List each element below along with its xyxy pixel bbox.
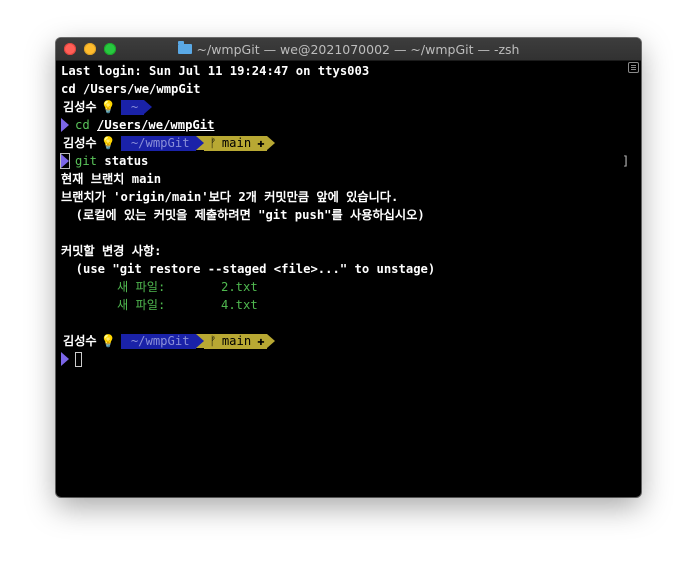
prompt-caret-icon [61,352,69,366]
prompt-caret-icon [60,153,70,169]
prompt-git-segment: ᚠ main ✚ [203,333,267,349]
window-title: ~/wmpGit — we@2021070002 — ~/wmpGit — -z… [56,38,641,60]
segment-arrow-icon [144,100,153,114]
output-line: 브랜치가 'origin/main'보다 2개 커밋만큼 앞에 있습니다. [61,190,399,204]
prompt-user: 김성수 [63,334,97,348]
git-branch-icon: ᚠ [209,136,217,150]
new-file-label: 새 파일: [117,298,166,312]
segment-arrow-icon [195,136,204,150]
prompt-user: 김성수 [63,136,97,150]
terminal-output[interactable]: Last login: Sun Jul 11 19:24:47 on ttys0… [60,62,629,368]
dirty-status-icon: ✚ [257,136,265,150]
command-name: cd [75,118,90,132]
text-cursor[interactable] [75,351,82,367]
terminal-window: ~/wmpGit — we@2021070002 — ~/wmpGit — -z… [56,38,641,497]
prompt-dir-segment: ~ [120,99,145,115]
output-line: 현재 브랜치 main [61,172,162,186]
branch-name: main [221,334,252,348]
output-line: (로컬에 있는 커밋을 제출하려면 "git push"를 사용하십시오) [61,208,425,222]
command-arg: /Users/we/wmpGit [97,118,215,132]
title-bar[interactable]: ~/wmpGit — we@2021070002 — ~/wmpGit — -z… [56,38,641,61]
new-file-name: 2.txt [221,280,258,294]
segment-arrow-icon [195,334,204,348]
lightbulb-icon: 💡 [100,100,116,114]
window-title-text: ~/wmpGit — we@2021070002 — ~/wmpGit — -z… [196,41,520,57]
command-line: cd /Users/we/wmpGit [61,116,621,134]
prompt-caret-icon [61,118,69,132]
input-line[interactable] [61,350,621,368]
folder-icon [177,41,192,54]
lightbulb-icon: 💡 [100,136,116,150]
branch-name: main [221,136,252,150]
prompt-line: 김성수 💡 ~/wmpGit ᚠ main ✚ [61,332,621,350]
lightbulb-icon: 💡 [100,334,116,348]
new-file-line: 새 파일: 2.txt [61,278,621,296]
dirty-status-icon: ✚ [257,334,265,348]
command-name: git [75,154,98,168]
command-arg: status [104,154,149,168]
prompt-git-segment: ᚠ main ✚ [203,135,267,151]
output-line: 커밋할 변경 사항: [61,244,162,258]
segment-arrow-icon [266,136,275,150]
new-file-line: 새 파일: 4.txt [61,296,621,314]
last-login-line: Last login: Sun Jul 11 19:24:47 on ttys0… [61,64,370,78]
prompt-dir-segment: ~/wmpGit [120,135,196,151]
prompt-line: 김성수 💡 ~/wmpGit ᚠ main ✚ [61,134,621,152]
prompt-line: 김성수 💡 ~ [61,98,621,116]
new-file-name: 4.txt [221,298,258,312]
output-line: (use "git restore --staged <file>..." to… [61,262,436,276]
selection-bracket-icon: ] [622,154,630,168]
segment-arrow-icon [266,334,275,348]
scrollbar-marker-icon[interactable] [628,62,639,73]
command-line: git status ] [60,152,629,170]
prompt-dir-segment: ~/wmpGit [120,333,196,349]
git-branch-icon: ᚠ [209,334,217,348]
prompt-user: 김성수 [63,100,97,114]
cd-line: cd /Users/we/wmpGit [61,82,201,96]
new-file-label: 새 파일: [117,280,166,294]
